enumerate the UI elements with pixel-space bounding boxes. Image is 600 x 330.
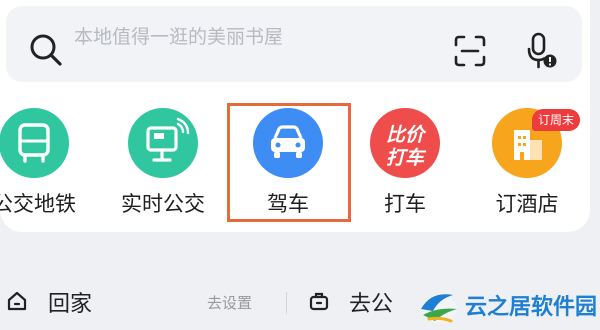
search-input[interactable] [74,22,404,52]
bus-stop-screen-icon [128,108,198,178]
home-label[interactable]: 回家 [48,286,92,318]
work-label[interactable]: 去公 [349,286,393,318]
taxi-promo-icon: 比价 打车 [370,108,440,178]
search-bar[interactable] [6,6,582,82]
shortcut-label: 打车 [384,192,426,216]
home-icon [7,291,27,311]
search-icon [30,34,62,66]
watermark-text: 云之居软件园 [465,295,598,320]
scan-icon[interactable] [453,34,487,68]
watermark-logo-icon [421,294,457,323]
shortcut-realtime-bus[interactable]: 实时公交 [108,102,218,222]
home-setting-link[interactable]: 去设置 [207,292,252,313]
svg-text:比价: 比价 [386,124,427,146]
svg-text:打车: 打车 [386,147,427,169]
weekend-badge: 订周末 [532,109,581,131]
shortcut-label: 实时公交 [121,192,205,216]
shortcut-label: 订酒店 [495,192,559,216]
bus-icon [0,108,69,178]
microphone-icon[interactable] [527,32,557,70]
shortcut-subway-bus[interactable]: 公交地铁 [0,102,89,222]
highlight-box [227,103,351,222]
shortcut-taxi[interactable]: 比价 打车 打车 [350,102,460,222]
top-panel: 公交地铁 实时公交 驾车 [0,0,590,232]
shortcut-label: 公交地铁 [0,192,76,216]
divider [286,292,287,314]
briefcase-icon [309,292,329,311]
watermark: 云之居软件园 [413,279,600,330]
